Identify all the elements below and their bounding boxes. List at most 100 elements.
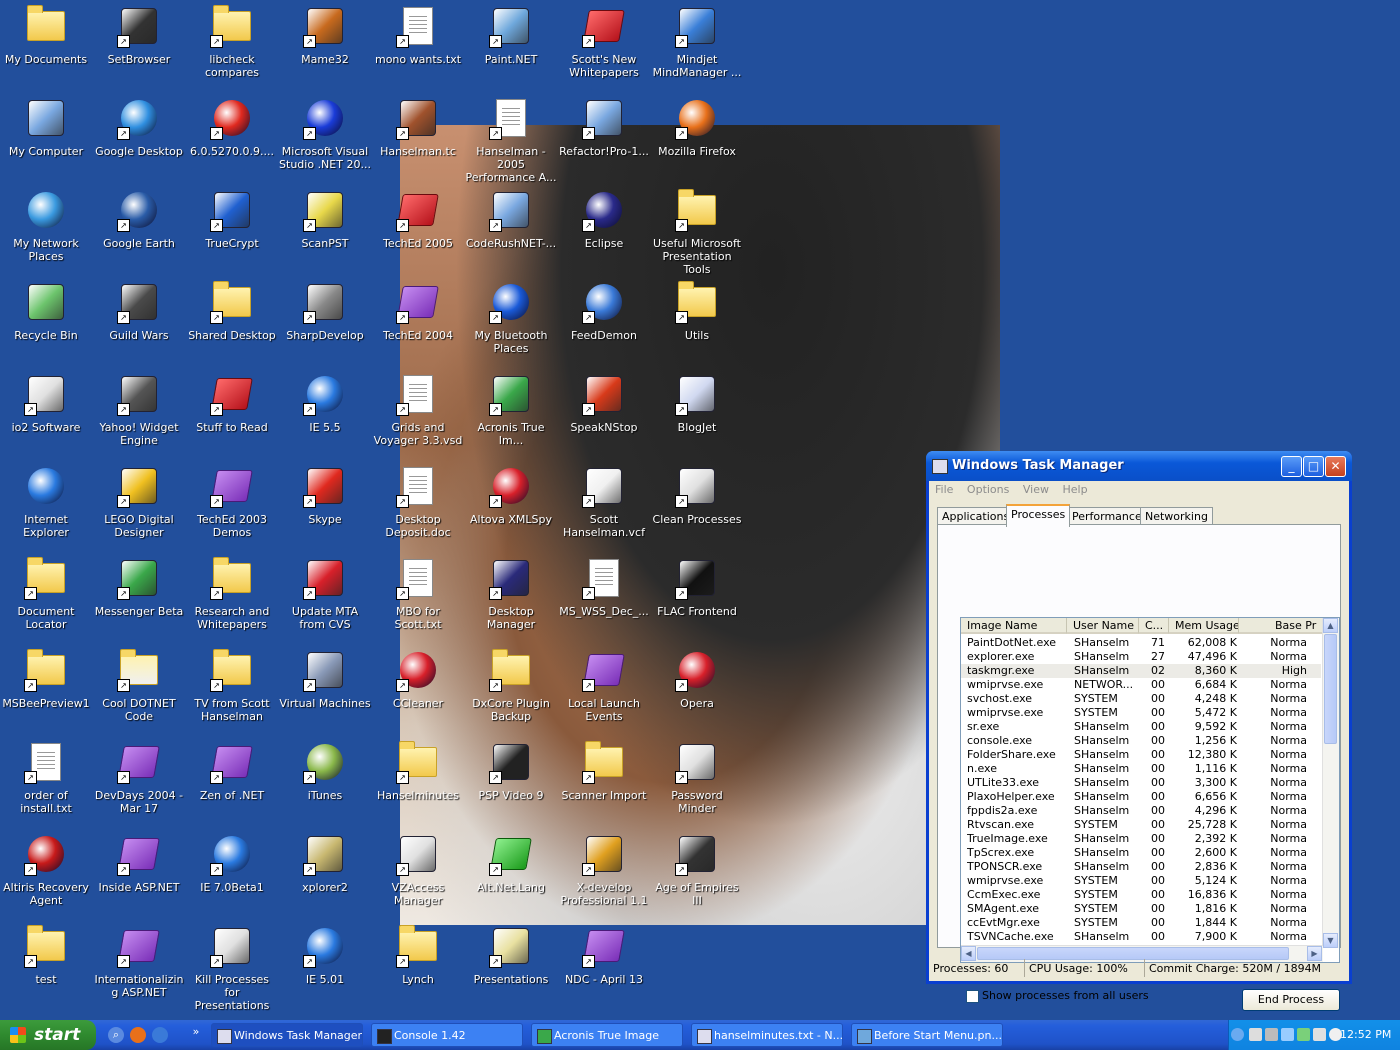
desktop-icon[interactable]: ↗ order of install.txt	[0, 738, 92, 830]
desktop-icon[interactable]: ↗ TechEd 2005	[372, 186, 464, 278]
search-quicklaunch-icon[interactable]: ⌕	[108, 1027, 124, 1043]
table-row[interactable]: PlaxoHelper.exe SHanselm 00 6,656 K Norma	[961, 790, 1321, 804]
vertical-scrollbar[interactable]: ▲ ▼	[1322, 618, 1339, 948]
desktop-icon[interactable]: ↗ MS_WSS_Dec_...	[558, 554, 650, 646]
desktop-icon[interactable]: ↗ Hanselman.tc	[372, 94, 464, 186]
quicklaunch-expand-icon[interactable]: »	[188, 1024, 204, 1040]
column-user-name[interactable]: User Name	[1067, 618, 1139, 634]
desktop-icon[interactable]: ↗ SharpDevelop	[279, 278, 371, 370]
desktop-icon[interactable]: ↗ My Bluetooth Places	[465, 278, 557, 370]
desktop-icon[interactable]: ↗ Hanselminutes	[372, 738, 464, 830]
desktop-icon[interactable]: ↗ Zen of .NET	[186, 738, 278, 830]
column-base-priority[interactable]: Base Pr	[1239, 618, 1323, 634]
task-acronis[interactable]: Acronis True Image	[531, 1023, 683, 1047]
table-row[interactable]: sr.exe SHanselm 00 9,592 K Norma	[961, 720, 1321, 734]
desktop-icon[interactable]: ↗ Google Earth	[93, 186, 185, 278]
desktop-icon[interactable]: ↗ Scanner Import	[558, 738, 650, 830]
desktop-icon[interactable]: ↗ X-develop Professional 1.1	[558, 830, 650, 922]
desktop-icon[interactable]: ↗ Presentations	[465, 922, 557, 1014]
show-all-users-checkbox[interactable]: Show processes from all users	[966, 989, 1149, 1003]
desktop-icon[interactable]: ↗ CodeRushNET-...	[465, 186, 557, 278]
desktop-icon[interactable]: My Documents	[0, 2, 92, 94]
table-row[interactable]: Rtvscan.exe SYSTEM 00 25,728 K Norma	[961, 818, 1321, 832]
desktop-icon[interactable]: ↗ Kill Processes for Presentations	[186, 922, 278, 1014]
desktop-icon[interactable]: ↗ VZAccess Manager	[372, 830, 464, 922]
desktop-icon[interactable]: ↗ Document Locator	[0, 554, 92, 646]
desktop-icon[interactable]: ↗ Age of Empires III	[651, 830, 743, 922]
desktop-icon[interactable]: ↗ IE 5.5	[279, 370, 371, 462]
checkbox-box[interactable]	[966, 989, 979, 1003]
task-notepad[interactable]: hanselminutes.txt - N...	[691, 1023, 843, 1047]
desktop-icon[interactable]: ↗ TV from Scott Hanselman	[186, 646, 278, 738]
desktop-icon[interactable]: ↗ Guild Wars	[93, 278, 185, 370]
tray-security-icon[interactable]	[1297, 1028, 1310, 1041]
task-console[interactable]: Console 1.42	[371, 1023, 523, 1047]
desktop-icon[interactable]: ↗ Mame32	[279, 2, 371, 94]
menu-options[interactable]: Options	[967, 483, 1009, 496]
desktop-icon[interactable]: ↗ Mozilla Firefox	[651, 94, 743, 186]
desktop-icon[interactable]: ↗ Shared Desktop	[186, 278, 278, 370]
table-row[interactable]: TpScrex.exe SHanselm 00 2,600 K Norma	[961, 846, 1321, 860]
start-button[interactable]: start	[0, 1020, 96, 1050]
desktop-icon[interactable]: ↗ Cool DOTNET Code	[93, 646, 185, 738]
desktop-icon[interactable]: ↗ Refactor!Pro-1...	[558, 94, 650, 186]
tab-processes[interactable]: Processes	[1006, 504, 1071, 527]
desktop-icon[interactable]: ↗ MBO for Scott.txt	[372, 554, 464, 646]
desktop-icon[interactable]: ↗ FeedDemon	[558, 278, 650, 370]
desktop-icon[interactable]: ↗ libcheck compares	[186, 2, 278, 94]
task-paint[interactable]: Before Start Menu.pn...	[851, 1023, 1003, 1047]
desktop-icon[interactable]: ↗ Useful Microsoft Presentation Tools	[651, 186, 743, 278]
desktop-icon[interactable]: ↗ 6.0.5270.0.9....	[186, 94, 278, 186]
end-process-button[interactable]: End Process	[1242, 989, 1340, 1011]
desktop-icon[interactable]: ↗ DevDays 2004 - Mar 17	[93, 738, 185, 830]
desktop-icon[interactable]: ↗ Desktop Deposit.doc	[372, 462, 464, 554]
table-row[interactable]: TSVNCache.exe SHanselm 00 7,900 K Norma	[961, 930, 1321, 944]
desktop-icon[interactable]: My Network Places	[0, 186, 92, 278]
table-row[interactable]: n.exe SHanselm 00 1,116 K Norma	[961, 762, 1321, 776]
column-mem-usage[interactable]: Mem Usage	[1169, 618, 1239, 634]
table-row[interactable]: wmiprvse.exe SYSTEM 00 5,472 K Norma	[961, 706, 1321, 720]
desktop-icon[interactable]: ↗ Eclipse	[558, 186, 650, 278]
table-row[interactable]: wmiprvse.exe SYSTEM 00 5,124 K Norma	[961, 874, 1321, 888]
desktop-icon[interactable]: My Computer	[0, 94, 92, 186]
desktop-icon[interactable]: ↗ Messenger Beta	[93, 554, 185, 646]
table-row[interactable]: svchost.exe SYSTEM 00 4,248 K Norma	[961, 692, 1321, 706]
tray-sync-icon[interactable]	[1313, 1028, 1326, 1041]
close-button[interactable]: ✕	[1325, 456, 1346, 477]
desktop-icon[interactable]: ↗ io2 Software	[0, 370, 92, 462]
table-row[interactable]: explorer.exe SHanselm 27 47,496 K Norma	[961, 650, 1321, 664]
desktop-icon[interactable]: Recycle Bin	[0, 278, 92, 370]
desktop-icon[interactable]: Internet Explorer	[0, 462, 92, 554]
table-row[interactable]: TrueImage.exe SHanselm 00 2,392 K Norma	[961, 832, 1321, 846]
desktop-icon[interactable]: ↗ LEGO Digital Designer	[93, 462, 185, 554]
desktop-icon[interactable]: ↗ Alt.Net.Lang	[465, 830, 557, 922]
desktop-icon[interactable]: ↗ mono wants.txt	[372, 2, 464, 94]
desktop-icon[interactable]: ↗ TrueCrypt	[186, 186, 278, 278]
desktop-icon[interactable]: ↗ Virtual Machines	[279, 646, 371, 738]
desktop-icon[interactable]: ↗ Yahoo! Widget Engine	[93, 370, 185, 462]
table-row[interactable]: ccEvtMgr.exe SYSTEM 00 1,844 K Norma	[961, 916, 1321, 930]
desktop-icon[interactable]: ↗ Altiris Recovery Agent	[0, 830, 92, 922]
desktop-icon[interactable]: ↗ Altova XMLSpy	[465, 462, 557, 554]
desktop-icon[interactable]: ↗ Acronis True Im...	[465, 370, 557, 462]
outlook-quicklaunch-icon[interactable]	[152, 1027, 168, 1043]
desktop-icon[interactable]: ↗ BlogJet	[651, 370, 743, 462]
scroll-down-button[interactable]: ▼	[1323, 933, 1338, 948]
desktop-icon[interactable]: ↗ Lynch	[372, 922, 464, 1014]
task-windows-task-manager[interactable]: Windows Task Manager	[211, 1023, 363, 1047]
menu-view[interactable]: View	[1023, 483, 1049, 496]
title-bar[interactable]: Windows Task Manager _ □ ✕	[926, 451, 1352, 481]
desktop-icon[interactable]: ↗ xplorer2	[279, 830, 371, 922]
process-list[interactable]: Image Name User Name C... Mem Usage Base…	[960, 617, 1340, 963]
desktop-icon[interactable]: ↗ Clean Processes	[651, 462, 743, 554]
tab-performance[interactable]: Performance	[1067, 507, 1147, 525]
table-row[interactable]: fppdis2a.exe SHanselm 00 4,296 K Norma	[961, 804, 1321, 818]
desktop-icon[interactable]: ↗ Opera	[651, 646, 743, 738]
column-cpu[interactable]: C...	[1139, 618, 1169, 634]
firefox-quicklaunch-icon[interactable]	[130, 1027, 146, 1043]
desktop-icon[interactable]: ↗ Grids and Voyager 3.3.vsd	[372, 370, 464, 462]
desktop-icon[interactable]: ↗ PSP Video 9	[465, 738, 557, 830]
desktop-icon[interactable]: ↗ Google Desktop	[93, 94, 185, 186]
desktop-icon[interactable]: ↗ Password Minder	[651, 738, 743, 830]
desktop-icon[interactable]: ↗ Inside ASP.NET	[93, 830, 185, 922]
